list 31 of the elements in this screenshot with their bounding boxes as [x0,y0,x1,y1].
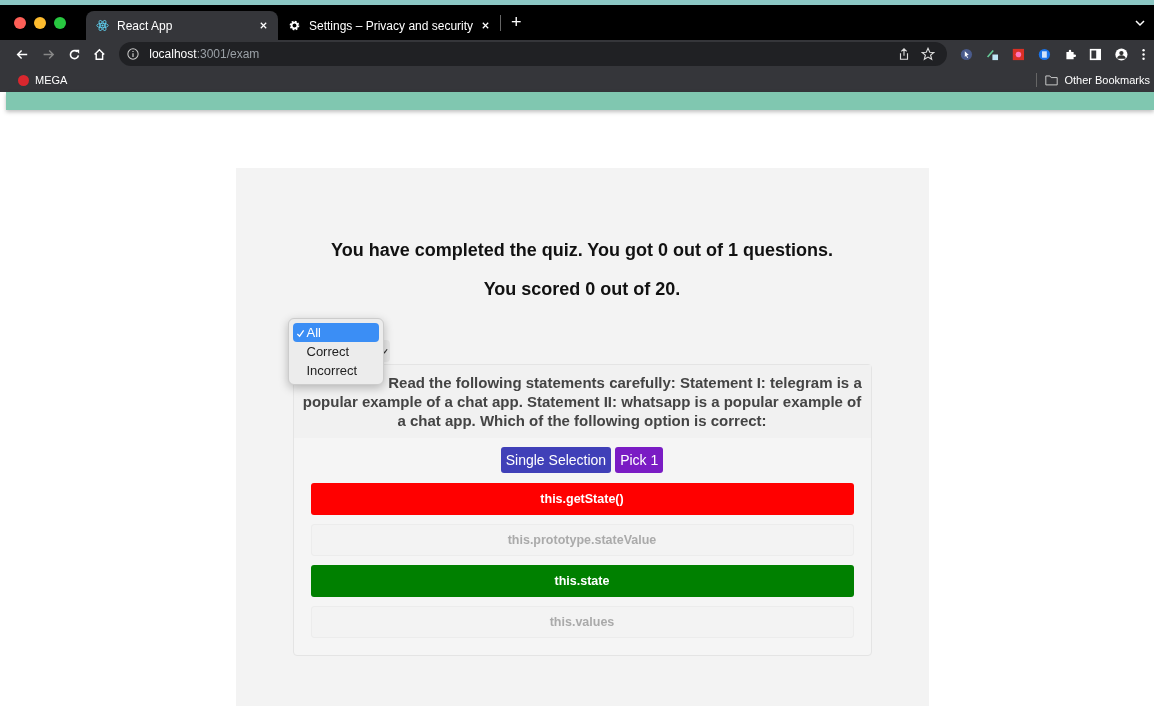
atom-icon [96,19,109,32]
extension-icon[interactable] [1011,46,1025,62]
score-heading: You scored 0 out of 20. [483,279,681,300]
close-icon[interactable] [481,21,491,30]
answer-option[interactable]: this.state [310,565,854,597]
result-heading: You have completed the quiz. You got 0 out of 1 questions. [331,240,833,261]
m-logo-icon [18,74,29,86]
new-tab-button[interactable]: + [511,12,522,33]
window-controls-icon[interactable] [14,16,66,29]
filter-option[interactable]: Incorrect [292,361,379,380]
close-icon[interactable] [259,21,268,30]
folder-icon [1045,74,1059,86]
extension-icon[interactable] [960,46,974,62]
answer-option[interactable]: this.getState() [310,483,854,515]
avatar-icon[interactable] [1115,46,1128,62]
question-tag: Single Selection [500,447,612,473]
side-panel-icon[interactable] [1089,46,1103,62]
question-tag: Pick 1 [615,447,664,473]
extension-icon[interactable] [1037,46,1051,62]
address-bar[interactable]: localhost:3001/exam [119,42,948,66]
menu-icon[interactable] [1140,46,1147,62]
bookmark-link[interactable]: MEGA [18,74,68,86]
info-icon[interactable] [127,48,140,60]
home-icon[interactable] [93,46,107,62]
check-icon [295,329,305,338]
gear-icon [288,19,301,32]
browser-tab[interactable]: Settings – Privacy and security [278,11,501,40]
star-icon[interactable] [921,47,936,61]
filter-option[interactable]: Correct [292,342,379,361]
other-bookmarks-link[interactable]: Other Bookmarks [1045,74,1150,86]
browser-tab[interactable]: React App [86,11,278,40]
